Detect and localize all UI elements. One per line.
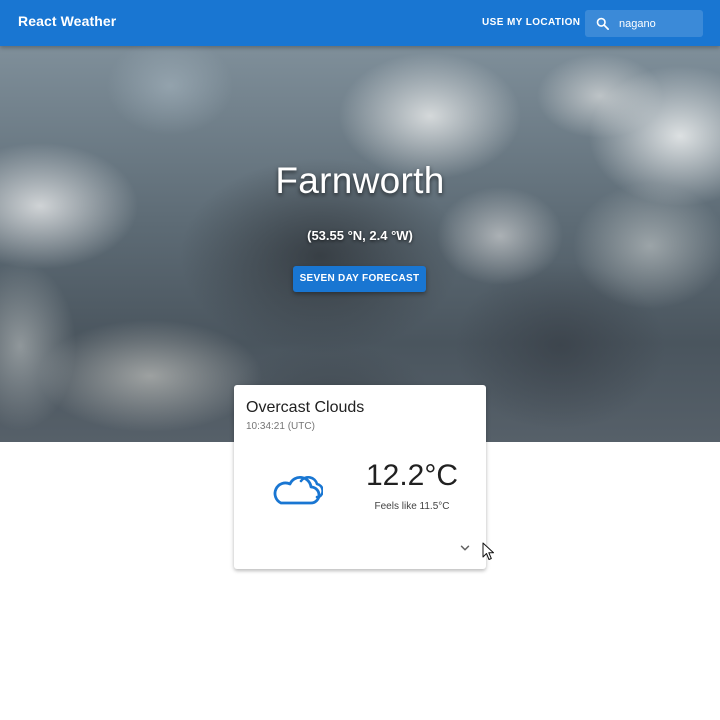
cloud-icon [273, 475, 323, 505]
observation-time: 10:34:21 (UTC) [246, 421, 315, 432]
search-input[interactable] [619, 14, 699, 33]
app-bar: React Weather Use my location [0, 0, 720, 46]
feels-like: Feels like 11.5°C [374, 501, 450, 512]
current-weather-card: Overcast Clouds 10:34:21 (UTC) 12.2°C Fe… [234, 385, 486, 569]
search-icon [596, 17, 609, 30]
hero-banner: Farnworth (53.55 °N, 2.4 °W) Seven day f… [0, 46, 720, 442]
chevron-down-icon[interactable] [458, 541, 472, 555]
mouse-pointer-icon [482, 542, 494, 560]
coordinates: (53.55 °N, 2.4 °W) [307, 228, 413, 243]
city-name: Farnworth [275, 160, 445, 201]
app-title: React Weather [18, 13, 117, 29]
temperature: 12.2°C [365, 459, 459, 492]
weather-condition: Overcast Clouds [246, 399, 365, 416]
use-my-location-button[interactable]: Use my location [476, 11, 586, 35]
search-box[interactable] [585, 10, 703, 37]
seven-day-forecast-button[interactable]: Seven day forecast [293, 266, 426, 292]
